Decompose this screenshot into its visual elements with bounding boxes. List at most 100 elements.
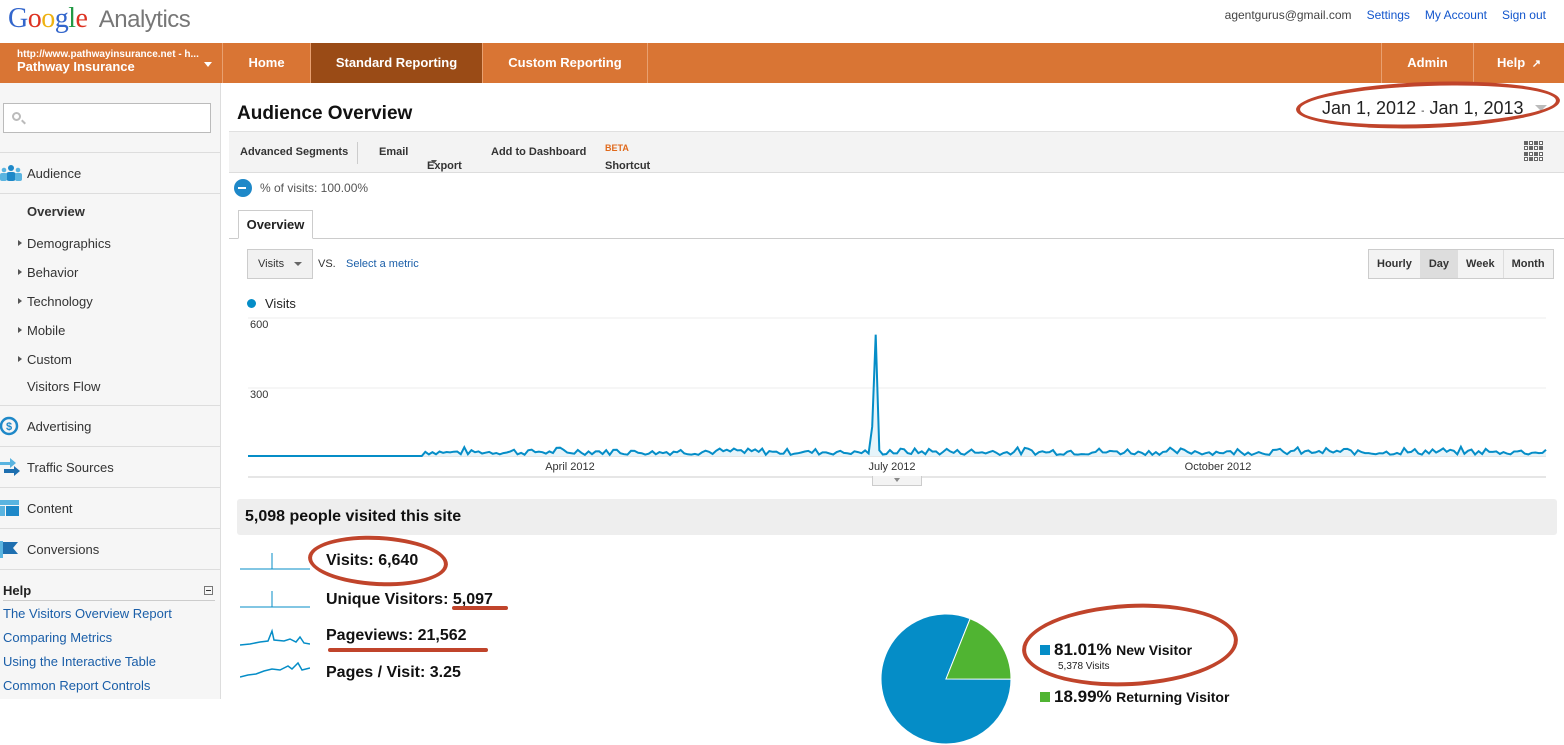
my-account-link[interactable]: My Account — [1425, 8, 1487, 22]
expand-icon — [18, 298, 22, 304]
chart-legend: Visits — [247, 296, 296, 311]
beta-badge: BETA — [605, 143, 629, 153]
legend-dot — [247, 299, 256, 308]
nav-admin[interactable]: Admin — [1382, 43, 1474, 83]
x-tick-october: October 2012 — [1185, 461, 1252, 473]
visits-line-chart[interactable]: 600 300 April 2012 July 2012 October 201… — [238, 312, 1556, 492]
expand-icon — [18, 356, 22, 362]
nav-help[interactable]: Help ↗ — [1474, 43, 1564, 83]
expand-icon — [18, 269, 22, 275]
sign-out-link[interactable]: Sign out — [1502, 8, 1546, 22]
chevron-down-icon — [1534, 105, 1547, 111]
nav-standard-reporting[interactable]: Standard Reporting — [311, 43, 483, 83]
sidebar-item-behavior[interactable]: Behavior — [18, 265, 78, 280]
legend-returning-visitor: 18.99% Returning Visitor — [1040, 687, 1229, 707]
sparkline-visits — [240, 553, 310, 570]
svg-text:$: $ — [6, 421, 12, 433]
nav-home[interactable]: Home — [223, 43, 311, 83]
sparkline-pageviews — [240, 628, 310, 646]
settings-link[interactable]: Settings — [1367, 8, 1410, 22]
tab-overview[interactable]: Overview — [238, 210, 313, 239]
y-tick-300: 300 — [250, 389, 268, 401]
sparkline-unique-visitors — [240, 591, 310, 608]
granularity-toggle: Hourly Day Week Month — [1368, 249, 1554, 279]
select-metric-link[interactable]: Select a metric — [346, 258, 419, 270]
expand-icon — [18, 327, 22, 333]
sidebar: Audience Overview Demographics Behavior … — [0, 83, 221, 699]
sidebar-item-technology[interactable]: Technology — [18, 294, 93, 309]
sidebar-section-content[interactable]: Content — [0, 487, 220, 528]
help-heading: Help — [3, 583, 215, 601]
sidebar-item-mobile[interactable]: Mobile — [18, 323, 65, 338]
help-link-comparing-metrics[interactable]: Comparing Metrics — [3, 630, 112, 645]
google-analytics-logo[interactable]: Google Analytics — [8, 2, 191, 35]
annotation-underline-pageviews — [328, 648, 488, 652]
search-icon — [12, 112, 21, 121]
account-name: Pathway Insurance — [17, 59, 135, 74]
metric-selector[interactable]: Visits — [247, 249, 313, 279]
visits-area — [248, 334, 1546, 456]
stat-pageviews: Pageviews: 21,562 — [326, 627, 467, 644]
chevron-down-icon — [431, 160, 437, 164]
sidebar-item-custom[interactable]: Custom — [18, 352, 72, 367]
traffic-arrows-icon — [0, 457, 22, 477]
sidebar-item-visitors-flow[interactable]: Visitors Flow — [27, 379, 100, 394]
segment-indicator: % of visits: 100.00% — [234, 179, 368, 197]
account-selector[interactable]: http://www.pathwayinsurance.net - h... P… — [0, 43, 223, 83]
nav-custom-reporting[interactable]: Custom Reporting — [483, 43, 648, 83]
chart-resize-handle[interactable] — [872, 476, 922, 486]
user-links: agentgurus@gmail.com Settings My Account… — [1225, 8, 1546, 22]
vs-label: VS. — [318, 258, 336, 270]
expand-icon — [18, 240, 22, 246]
chevron-down-icon — [204, 62, 212, 67]
granularity-day[interactable]: Day — [1419, 250, 1458, 278]
help-link-interactive-table[interactable]: Using the Interactive Table — [3, 654, 156, 669]
advanced-segments-button[interactable]: Advanced Segments — [240, 146, 348, 158]
chevron-down-icon — [294, 262, 302, 266]
top-bar: Google Analytics agentgurus@gmail.com Se… — [0, 0, 1564, 43]
sparkline-pages-per-visit — [240, 661, 310, 678]
help-link-report-controls[interactable]: Common Report Controls — [3, 678, 150, 693]
date-range-picker[interactable]: Jan 1, 2012 - Jan 1, 2013 — [1318, 95, 1547, 121]
sidebar-search-input[interactable] — [3, 103, 211, 133]
email-button[interactable]: Email — [379, 146, 408, 158]
stat-pages-per-visit: Pages / Visit: 3.25 — [326, 664, 461, 681]
new-visitor-visits: 5,378 Visits — [1058, 661, 1110, 672]
y-tick-600: 600 — [250, 319, 268, 331]
main-nav: http://www.pathwayinsurance.net - h... P… — [0, 43, 1564, 83]
user-email: agentgurus@gmail.com — [1224, 8, 1352, 22]
annotation-underline-unique — [452, 606, 508, 610]
grid-view-icon[interactable] — [1524, 141, 1544, 161]
x-tick-july: July 2012 — [868, 461, 915, 473]
legend-swatch — [1040, 692, 1050, 702]
sidebar-section-conversions[interactable]: Conversions — [0, 528, 220, 569]
x-tick-april: April 2012 — [545, 461, 595, 473]
flag-icon — [0, 539, 22, 559]
granularity-hourly[interactable]: Hourly — [1369, 250, 1420, 278]
legend-swatch — [1040, 645, 1050, 655]
audience-icon — [0, 163, 22, 183]
visits-line — [248, 334, 1547, 457]
stat-visits: Visits: 6,640 — [326, 552, 419, 569]
content-icon — [0, 498, 22, 518]
legend-new-visitor: 81.01% New Visitor — [1040, 640, 1192, 660]
granularity-month[interactable]: Month — [1502, 250, 1553, 278]
sidebar-item-demographics[interactable]: Demographics — [18, 236, 111, 251]
summary-heading: 5,098 people visited this site — [237, 499, 1557, 535]
segment-pie-icon — [234, 179, 252, 197]
dollar-icon: $ — [0, 416, 22, 436]
sidebar-section-traffic-sources[interactable]: Traffic Sources — [0, 446, 220, 487]
sidebar-section-advertising[interactable]: $ Advertising — [0, 405, 220, 446]
granularity-week[interactable]: Week — [1457, 250, 1503, 278]
report-toolbar: Advanced Segments Email Export Add to Da… — [229, 131, 1564, 173]
help-link-visitors-overview[interactable]: The Visitors Overview Report — [3, 606, 172, 621]
legend-label: Visits — [265, 296, 296, 311]
external-link-icon: ↗ — [1531, 58, 1541, 70]
sidebar-item-overview[interactable]: Overview — [27, 204, 85, 219]
shortcut-button[interactable]: Shortcut BETA — [605, 143, 650, 172]
visitor-type-pie-chart[interactable] — [880, 613, 1012, 745]
page-title: Audience Overview — [237, 103, 413, 124]
collapse-icon[interactable] — [204, 586, 213, 595]
sidebar-section-audience[interactable]: Audience — [0, 152, 220, 193]
add-to-dashboard-button[interactable]: Add to Dashboard — [491, 146, 586, 158]
